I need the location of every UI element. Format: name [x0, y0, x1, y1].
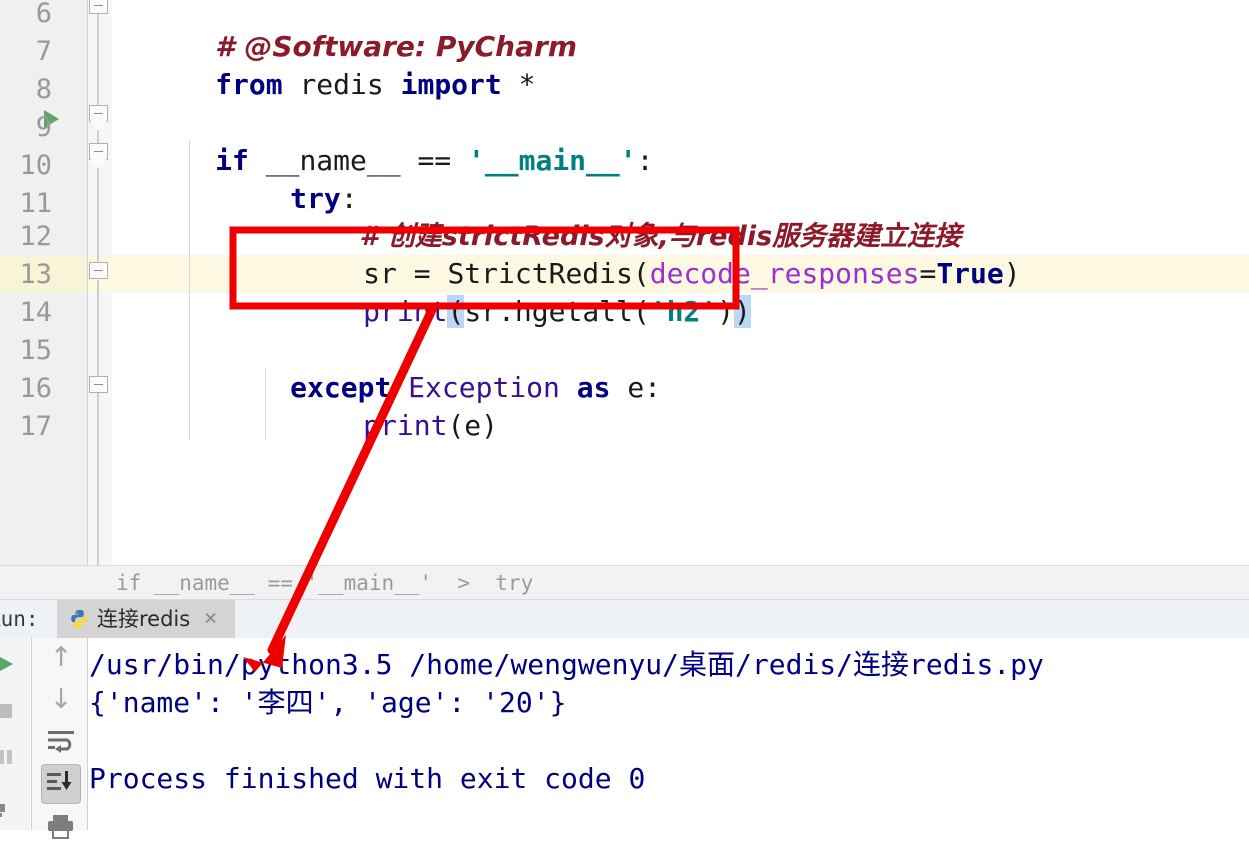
run-controls-sidebar[interactable] [0, 638, 30, 830]
dunder-main-literal: __main__ [484, 144, 620, 177]
module-name: redis [282, 68, 401, 101]
line-number: 7 [35, 36, 52, 67]
scroll-to-end-button[interactable] [41, 764, 81, 804]
paren-close: ) [1003, 257, 1021, 290]
equality-operator: == [417, 144, 469, 177]
line-number: 13 [19, 259, 52, 290]
matched-paren-close: ) [734, 295, 751, 328]
line-number: 8 [35, 74, 52, 105]
soft-wrap-icon[interactable] [45, 728, 77, 758]
assign-operator: = [919, 257, 937, 290]
line-number: 6 [35, 0, 52, 29]
boolean-true: True [936, 257, 1004, 290]
code-line-15[interactable]: except Exception as e: [189, 331, 661, 404]
down-arrow-icon[interactable]: ↓ [48, 685, 74, 715]
paren-close-inner: ) [717, 295, 735, 328]
print-icon[interactable] [45, 814, 77, 844]
rerun-icon[interactable] [0, 654, 18, 678]
quote-close: ' [619, 144, 637, 177]
matched-paren-open: ( [447, 295, 465, 328]
line-number: 14 [19, 297, 52, 328]
code-line-6[interactable]: # @Software: PyCharm [114, 0, 577, 63]
code-line-13[interactable]: print(sr.hgetall('h2')) [262, 255, 751, 328]
breadcrumb-bar[interactable]: if __name__ == '__main__' > try [0, 565, 1249, 600]
pause-icon[interactable] [0, 746, 16, 772]
console-line: /usr/bin/python3.5 /home/wengwenyu/桌面/re… [89, 648, 1044, 681]
line-number: 16 [19, 373, 52, 404]
line-number: 15 [19, 335, 52, 366]
exception-var: e: [610, 371, 662, 404]
line-number: 9 [35, 112, 52, 143]
code-editor[interactable]: 6 7 8 9 10 11 12 13 14 15 16 17 # @Softw… [0, 0, 1249, 565]
console-line: {'name': '李四', 'age': '20'} [89, 686, 567, 719]
print-args: (e) [447, 409, 499, 442]
line-number: 17 [19, 411, 52, 442]
stop-icon[interactable] [0, 700, 16, 726]
code-line-16[interactable]: print(e) [262, 369, 498, 442]
run-tool-label: Run: [0, 607, 39, 631]
console-line: Process finished with exit code 0 [89, 762, 646, 795]
colon-token: : [636, 144, 654, 177]
code-line-12[interactable]: sr = StrictRedis(decode_responses=True) [262, 217, 1020, 290]
code-line-11[interactable]: # 创建strictRedis对象,与redis服务器建立连接 [262, 180, 962, 252]
pycharm-window: 6 7 8 9 10 11 12 13 14 15 16 17 # @Softw… [0, 0, 1249, 839]
builtin-print: print [363, 295, 448, 328]
console-toolbar[interactable]: ↑ ↓ [31, 638, 88, 839]
run-tab-title: 连接redis [97, 607, 191, 631]
keyword-as: as [576, 371, 611, 404]
run-tool-window[interactable]: Run: 连接redis × [0, 600, 1249, 839]
code-line-9[interactable]: if __name__ == '__main__': [114, 104, 653, 177]
string-literal-h2: 'h2' [649, 295, 718, 328]
up-arrow-icon[interactable]: ↑ [48, 643, 74, 673]
close-icon[interactable]: × [204, 600, 217, 638]
keyword-from: from [215, 68, 283, 101]
hgetall-call: sr.hgetall( [464, 295, 650, 328]
line-number: 12 [19, 221, 52, 252]
line-number: 10 [19, 150, 52, 181]
code-line-7[interactable]: from redis import * [114, 28, 535, 101]
run-tab-bar[interactable]: Run: 连接redis × [0, 600, 1249, 638]
star-token: * [501, 68, 536, 101]
python-icon [69, 609, 89, 629]
run-tab-active[interactable]: 连接redis × [57, 600, 235, 638]
trash-icon[interactable] [0, 796, 16, 824]
code-line-10[interactable]: try: [189, 142, 357, 215]
breadcrumb-path[interactable]: if __name__ == '__main__' > try [116, 566, 533, 600]
keyword-import: import [400, 68, 502, 101]
quote-open: ' [468, 144, 485, 177]
builtin-print: print [363, 409, 448, 442]
console-output[interactable]: /usr/bin/python3.5 /home/wengwenyu/桌面/re… [89, 638, 1249, 830]
